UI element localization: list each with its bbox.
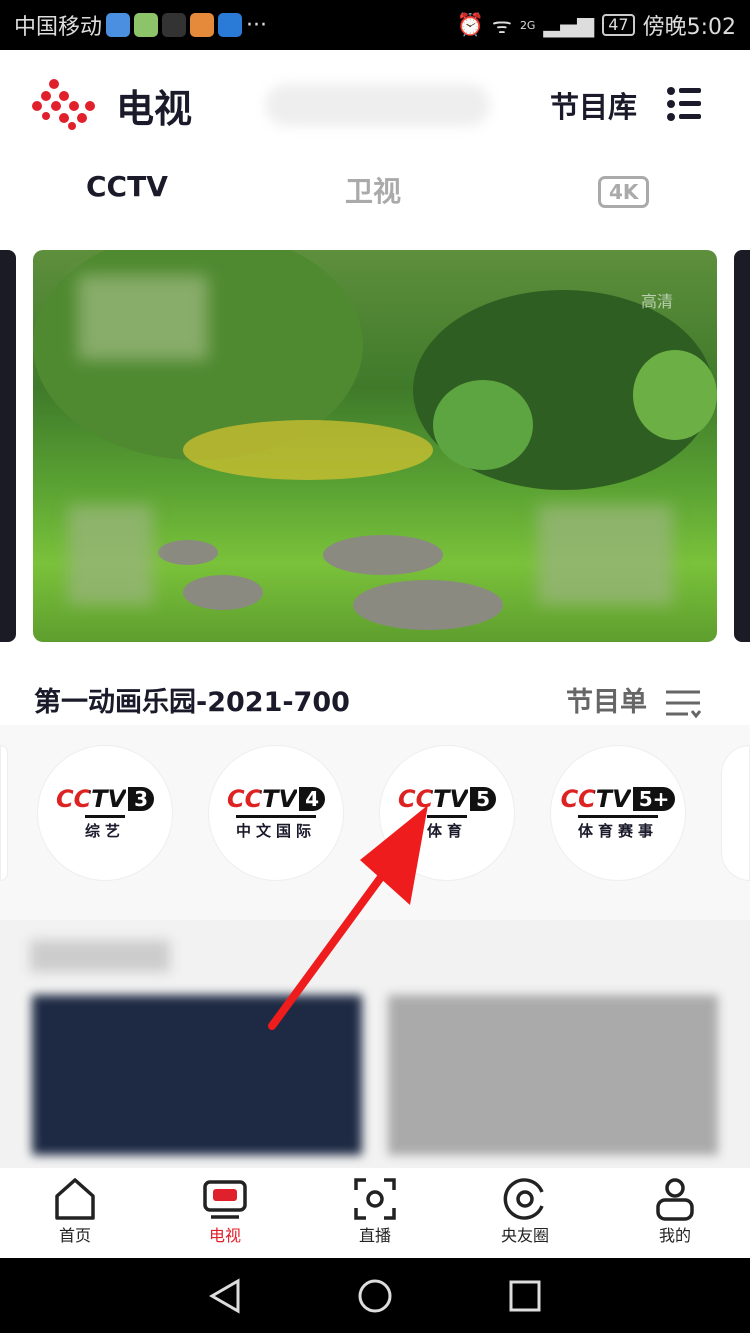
channel-number: 5+ bbox=[632, 787, 676, 811]
nav-profile[interactable]: 我的 bbox=[600, 1168, 750, 1258]
user-icon bbox=[656, 1178, 694, 1221]
carrier: 中国移动 bbox=[14, 15, 103, 40]
battery: 47 bbox=[602, 14, 635, 36]
alarm-icon: ⏰ bbox=[456, 12, 484, 38]
section-title-blurred bbox=[30, 940, 170, 972]
live-icon bbox=[354, 1178, 396, 1220]
app-notification-icon bbox=[134, 13, 159, 37]
channel-cctv3[interactable]: CCTV 3 综艺 bbox=[37, 745, 173, 881]
back-icon[interactable] bbox=[208, 1277, 242, 1314]
channel-name: 体育赛事 bbox=[577, 815, 658, 841]
video-thumbnail[interactable] bbox=[388, 995, 718, 1155]
channel-name: 综艺 bbox=[84, 815, 125, 841]
channel-item[interactable] bbox=[0, 745, 8, 881]
schedule-button[interactable]: 节目单 bbox=[566, 680, 702, 719]
nav-tv[interactable]: 电视 bbox=[150, 1168, 300, 1258]
channel-tabs: CCTV 卫视 4K bbox=[0, 170, 750, 214]
page-title: 电视 bbox=[116, 87, 193, 131]
channel-logo: CCTV bbox=[560, 785, 631, 813]
system-nav-bar bbox=[0, 1258, 750, 1333]
channel-cctv4[interactable]: CCTV 4 中文国际 bbox=[208, 745, 344, 881]
tab-cctv[interactable]: CCTV bbox=[86, 170, 168, 203]
search-bar[interactable] bbox=[265, 84, 490, 126]
wifi-icon: ᯤ bbox=[491, 14, 512, 39]
app-notification-icon bbox=[190, 13, 215, 37]
recents-icon[interactable] bbox=[508, 1279, 542, 1313]
clock: 傍晚5:02 bbox=[642, 15, 736, 40]
nav-label: 首页 bbox=[58, 1226, 91, 1245]
program-title: 第一动画乐园-2021-700 bbox=[34, 687, 350, 718]
schedule-label: 节目单 bbox=[566, 687, 647, 718]
status-bar: 中国移动 ··· ⏰ ᯤ 2G ▂▄▆ 47 傍晚5:02 bbox=[0, 0, 750, 50]
channel-item[interactable] bbox=[721, 745, 750, 881]
app-notification-icon bbox=[162, 13, 187, 37]
home-icon bbox=[55, 1178, 95, 1220]
video-thumbnail[interactable] bbox=[32, 995, 362, 1155]
network-type: 2G bbox=[519, 18, 536, 32]
channel-number: 4 bbox=[299, 787, 326, 811]
channel-number: 5 bbox=[470, 787, 497, 811]
program-library-button[interactable]: 节目库 bbox=[550, 84, 637, 126]
channel-cctv5plus[interactable]: CCTV 5+ 体育赛事 bbox=[550, 745, 686, 881]
video-player[interactable]: 高清 bbox=[33, 250, 717, 642]
shield-icon bbox=[218, 13, 243, 37]
next-card-edge[interactable] bbox=[734, 250, 750, 642]
list-menu-icon[interactable] bbox=[666, 86, 702, 122]
nav-home[interactable]: 首页 bbox=[0, 1168, 150, 1258]
app-notification-icon bbox=[106, 13, 131, 37]
channel-logo: CCTV bbox=[55, 785, 127, 813]
channel-logo: CCTV bbox=[397, 785, 469, 813]
tab-4k[interactable]: 4K bbox=[598, 176, 650, 208]
tv-icon bbox=[203, 1180, 247, 1219]
nav-live[interactable]: 直播 bbox=[300, 1168, 450, 1258]
channel-list: CCTV 3 综艺 CCTV 4 中文国际 CCTV 5 体育 CCTV 5+ 体育赛事 bbox=[0, 725, 750, 920]
nav-circle[interactable]: 央友圈 bbox=[450, 1168, 600, 1258]
bottom-nav: 首页 电视 直播 央友圈 我的 bbox=[0, 1168, 750, 1258]
cctv-logo-icon bbox=[32, 79, 95, 130]
signal-icon: ▂▄▆ bbox=[543, 12, 595, 38]
quality-label[interactable]: 高清 bbox=[641, 288, 673, 312]
nav-label: 直播 bbox=[358, 1226, 391, 1245]
recommend-section bbox=[0, 920, 750, 1170]
app-header: 电视 节目库 bbox=[0, 50, 750, 160]
channel-name: 体育 bbox=[426, 815, 467, 841]
more-notifications: ··· bbox=[246, 12, 267, 38]
nav-label: 我的 bbox=[658, 1226, 691, 1245]
schedule-list-icon bbox=[666, 690, 702, 718]
channel-name: 中文国际 bbox=[235, 815, 316, 841]
home-circle-icon[interactable] bbox=[357, 1278, 393, 1314]
circle-icon bbox=[503, 1178, 544, 1220]
nav-label: 电视 bbox=[208, 1226, 241, 1245]
channel-logo: CCTV bbox=[226, 785, 298, 813]
channel-number: 3 bbox=[128, 787, 155, 811]
tab-satellite[interactable]: 卫视 bbox=[345, 170, 401, 210]
prev-card-edge[interactable] bbox=[0, 250, 16, 642]
nav-label: 央友圈 bbox=[500, 1226, 549, 1245]
channel-cctv5[interactable]: CCTV 5 体育 bbox=[379, 745, 515, 881]
